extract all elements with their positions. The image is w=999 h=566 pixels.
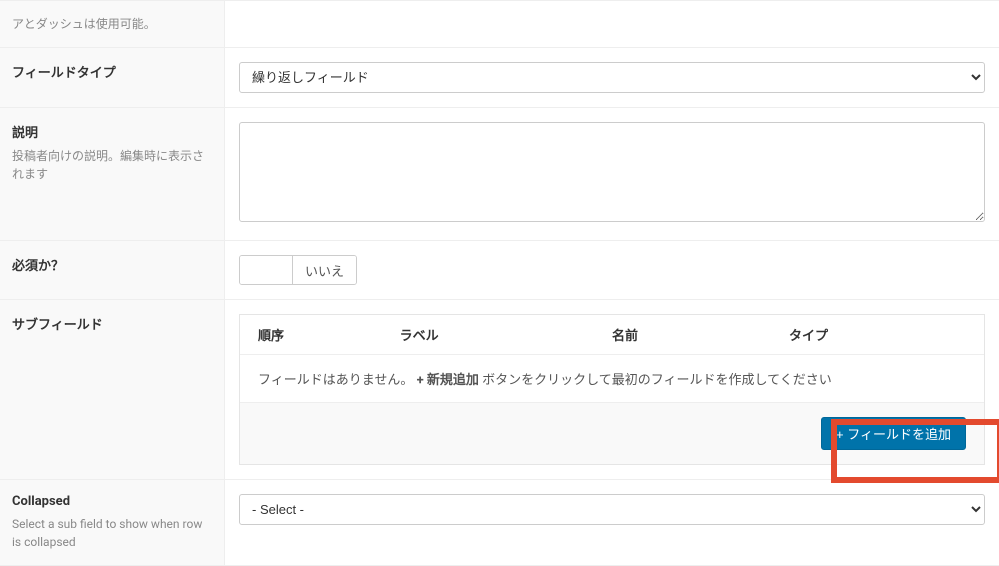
subfields-col-name: 名前 bbox=[612, 325, 789, 344]
row-description: 説明 投稿者向けの説明。編集時に表示されます bbox=[0, 108, 999, 241]
required-toggle: いいえ bbox=[239, 255, 357, 285]
subfields-col-type: タイプ bbox=[789, 325, 966, 344]
field-type-select[interactable]: 繰り返しフィールド bbox=[239, 62, 985, 93]
collapsed-label: Collapsed bbox=[12, 494, 212, 509]
field-settings-table: アとダッシュは使用可能。 フィールドタイプ 繰り返しフィールド 説明 投稿者向け… bbox=[0, 0, 999, 566]
row-field-type: フィールドタイプ 繰り返しフィールド bbox=[0, 48, 999, 108]
collapsed-select[interactable]: - Select - bbox=[239, 494, 985, 525]
collapsed-hint: Select a sub field to show when row is c… bbox=[12, 515, 212, 551]
description-hint: 投稿者向けの説明。編集時に表示されます bbox=[12, 147, 212, 183]
field-type-label: フィールドタイプ bbox=[12, 62, 212, 81]
description-textarea[interactable] bbox=[239, 122, 985, 222]
subfields-col-label: ラベル bbox=[400, 325, 612, 344]
required-input[interactable] bbox=[240, 256, 292, 284]
subfields-label: サブフィールド bbox=[12, 314, 212, 333]
add-field-button[interactable]: + フィールドを追加 bbox=[821, 417, 966, 450]
row-top-note: アとダッシュは使用可能。 bbox=[0, 1, 999, 48]
row-required: 必須か？ いいえ bbox=[0, 241, 999, 300]
row-collapsed: Collapsed Select a sub field to show whe… bbox=[0, 480, 999, 566]
subfields-empty-message: フィールドはありません。 + 新規追加 ボタンをクリックして最初のフィールドを作… bbox=[240, 354, 984, 402]
row-subfields: サブフィールド 順序 ラベル 名前 タイプ フィールドはありません。 + 新規追… bbox=[0, 300, 999, 480]
required-toggle-button[interactable]: いいえ bbox=[292, 256, 356, 284]
subfields-footer: + フィールドを追加 bbox=[240, 402, 984, 464]
top-note-text: アとダッシュは使用可能。 bbox=[12, 15, 212, 33]
subfields-box: 順序 ラベル 名前 タイプ フィールドはありません。 + 新規追加 ボタンをクリ… bbox=[239, 314, 985, 465]
description-label: 説明 bbox=[12, 122, 212, 141]
subfields-header: 順序 ラベル 名前 タイプ bbox=[240, 315, 984, 354]
subfields-col-order: 順序 bbox=[258, 325, 400, 344]
required-label: 必須か？ bbox=[12, 255, 212, 274]
